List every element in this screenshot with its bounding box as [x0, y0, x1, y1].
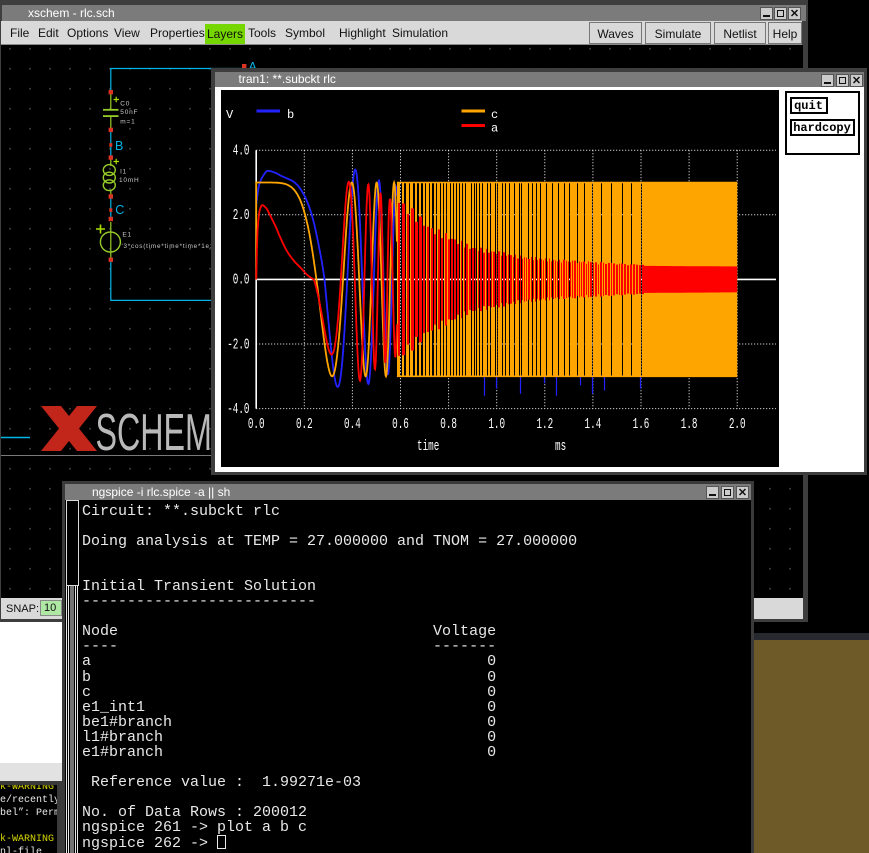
svg-text:1.0: 1.0	[488, 416, 505, 433]
svg-text:1.6: 1.6	[633, 416, 650, 433]
svg-text:c: c	[491, 108, 498, 122]
svg-text:50nF: 50nF	[120, 109, 138, 116]
svg-text:m=1: m=1	[120, 118, 135, 125]
svg-text:0.6: 0.6	[392, 416, 409, 433]
svg-text:V: V	[226, 108, 234, 122]
svg-text:0.8: 0.8	[440, 416, 457, 433]
svg-text:'3*cos(time*time*time*1e11)': '3*cos(time*time*time*1e11)'	[122, 243, 223, 250]
svg-text:l1: l1	[120, 168, 127, 175]
svg-text:1.8: 1.8	[681, 416, 698, 433]
svg-text:E1: E1	[122, 232, 132, 239]
svg-text:0.0: 0.0	[233, 272, 250, 289]
svg-text:time: time	[417, 438, 439, 455]
svg-text:C0: C0	[120, 101, 130, 108]
svg-text:B: B	[115, 139, 123, 153]
svg-text:4.0: 4.0	[233, 142, 250, 159]
svg-text:-4.0: -4.0	[227, 401, 249, 418]
svg-text:0.4: 0.4	[344, 416, 361, 433]
svg-text:2.0: 2.0	[729, 416, 746, 433]
svg-text:C: C	[115, 203, 124, 217]
svg-text:2.0: 2.0	[233, 207, 250, 224]
svg-text:10mH: 10mH	[119, 177, 140, 184]
svg-text:0.2: 0.2	[296, 416, 313, 433]
svg-text:b: b	[287, 108, 294, 122]
svg-text:0.0: 0.0	[248, 416, 265, 433]
svg-text:1.2: 1.2	[536, 416, 553, 433]
svg-text:SCHEM: SCHEM	[96, 404, 212, 462]
svg-text:ms: ms	[555, 438, 566, 455]
svg-text:a: a	[491, 122, 498, 136]
svg-text:-2.0: -2.0	[227, 336, 249, 353]
svg-text:1.4: 1.4	[585, 416, 602, 433]
